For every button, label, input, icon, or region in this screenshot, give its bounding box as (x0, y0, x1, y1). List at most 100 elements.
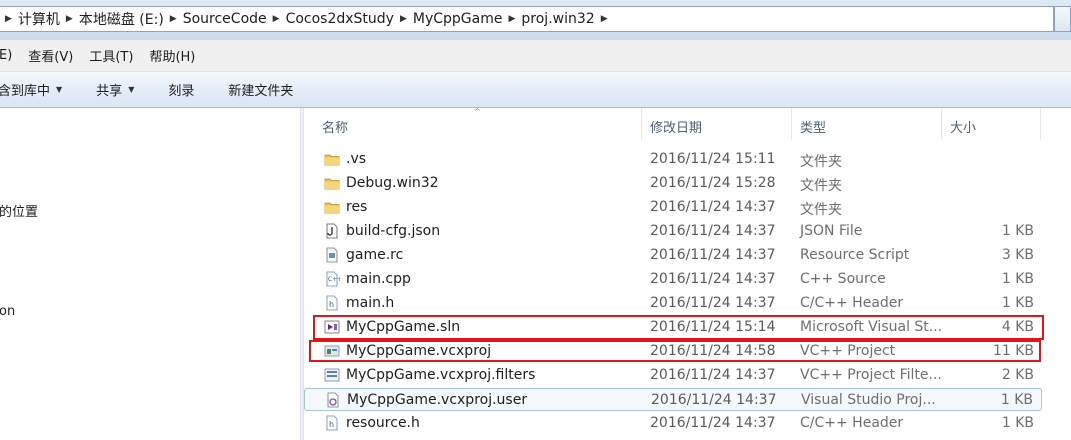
vcxproj-file-icon (324, 343, 340, 359)
breadcrumb-chevron-icon[interactable]: ▶ (394, 14, 413, 24)
breadcrumb-computer[interactable]: 计算机 (18, 9, 60, 29)
file-type: C/C++ Header (800, 415, 904, 431)
file-name: MyCppGame.sln (346, 319, 461, 335)
file-row-build-cfg-json[interactable]: build-cfg.json 2016/11/24 14:37 JSON File 1… (304, 220, 1042, 243)
file-name: Debug.win32 (346, 175, 439, 191)
file-name: MyCppGame.vcxproj.user (347, 392, 528, 408)
file-row-mycppgame-vcxproj[interactable]: MyCppGame.vcxproj 2016/11/24 14:58 VC++ Pr… (304, 340, 1042, 363)
file-row-res[interactable]: res 2016/11/24 14:37 文件夹 (304, 196, 1042, 219)
file-date: 2016/11/24 14:58 (650, 343, 776, 359)
breadcrumb-chevron-icon[interactable]: ▶ (267, 14, 286, 24)
file-name: MyCppGame.vcxproj.filters (346, 367, 536, 383)
share-button[interactable]: 共享 ▼ (96, 80, 134, 99)
breadcrumb-drive-e[interactable]: 本地磁盘 (E:) (79, 9, 164, 29)
menu-view[interactable]: 查看(V) (28, 46, 73, 65)
svg-text:h: h (329, 300, 334, 309)
file-size: 1 KB (1001, 271, 1034, 287)
file-type: 文件夹 (800, 154, 842, 170)
file-type: VC++ Project (800, 343, 896, 359)
include-in-library-button[interactable]: 含到库中 ▼ (0, 80, 62, 99)
file-size: 3 KB (1001, 247, 1034, 263)
file-row-resource-h[interactable]: h resource.h 2016/11/24 14:37 C/C++ Header 1… (304, 412, 1042, 435)
file-name: resource.h (346, 415, 420, 431)
breadcrumb-root-chevron-icon[interactable]: ▶ (0, 14, 18, 24)
column-divider[interactable] (941, 108, 942, 140)
file-row-vs[interactable]: .vs 2016/11/24 15:11 文件夹 (304, 148, 1042, 171)
h-file-icon: h (324, 295, 340, 311)
column-divider[interactable] (791, 108, 792, 140)
file-type: Visual Studio Proj... (801, 392, 936, 408)
rc-file-icon (324, 247, 340, 263)
column-divider[interactable] (1040, 108, 1041, 140)
file-list: ^ 名称 修改日期 类型 大小 .vs 2016/11/24 15:11 文件夹 De… (304, 107, 1071, 440)
file-name: .vs (346, 151, 367, 167)
file-date: 2016/11/24 14:37 (650, 415, 776, 431)
file-date: 2016/11/24 15:11 (650, 151, 776, 167)
new-folder-button[interactable]: 新建文件夹 (228, 80, 293, 99)
file-type: 文件夹 (800, 178, 842, 194)
sln-file-icon (324, 319, 340, 335)
nav-item-partial[interactable]: on (0, 304, 15, 319)
dropdown-arrow-icon: ▼ (56, 85, 63, 94)
column-header-name[interactable]: 名称 (322, 117, 348, 136)
breadcrumb-chevron-icon[interactable]: ▶ (502, 14, 521, 24)
file-row-mycppgame-vcxproj-user[interactable]: MyCppGame.vcxproj.user 2016/11/24 14:37 Vi… (304, 388, 1042, 411)
folder-icon (324, 175, 340, 191)
file-date: 2016/11/24 15:28 (650, 175, 776, 191)
menu-edit[interactable]: E) (0, 48, 12, 63)
svg-text:h: h (329, 420, 334, 429)
menu-tools[interactable]: 工具(T) (89, 46, 133, 65)
navigation-pane[interactable]: 的位置 on (0, 108, 300, 440)
file-size: 1 KB (1001, 415, 1034, 431)
file-size: 1 KB (1001, 295, 1034, 311)
file-name: build-cfg.json (346, 223, 441, 239)
file-type: 文件夹 (800, 202, 842, 218)
file-size: 1 KB (1001, 223, 1034, 239)
file-date: 2016/11/24 14:37 (650, 295, 776, 311)
file-type: Microsoft Visual St... (800, 319, 943, 335)
file-type: Resource Script (800, 247, 910, 263)
user-file-icon (325, 392, 341, 408)
file-size: 11 KB (992, 343, 1034, 359)
file-size: 4 KB (1001, 319, 1034, 335)
folder-icon (324, 151, 340, 167)
file-size: 2 KB (1001, 367, 1034, 383)
column-header-type[interactable]: 类型 (800, 117, 826, 136)
file-row-debug-win32[interactable]: Debug.win32 2016/11/24 15:28 文件夹 (304, 172, 1042, 195)
column-divider[interactable] (641, 108, 642, 140)
sort-ascending-icon: ^ (474, 107, 481, 116)
file-date: 2016/11/24 14:37 (650, 247, 776, 263)
file-row-mycppgame-vcxproj-filters[interactable]: MyCppGame.vcxproj.filters 2016/11/24 14:3… (304, 364, 1042, 387)
file-date: 2016/11/24 15:14 (650, 319, 776, 335)
nav-item-recent-places[interactable]: 的位置 (0, 201, 38, 220)
json-file-icon (324, 223, 340, 239)
file-name: game.rc (346, 247, 404, 263)
column-header-date[interactable]: 修改日期 (650, 117, 702, 136)
menu-bar: E) 查看(V) 工具(T) 帮助(H) (0, 40, 1071, 72)
breadcrumb-sourcecode[interactable]: SourceCode (183, 11, 267, 27)
command-bar: 含到库中 ▼ 共享 ▼ 刻录 新建文件夹 (0, 72, 1071, 108)
file-row-main-h[interactable]: h main.h 2016/11/24 14:37 C/C++ Header 1 KB (304, 292, 1042, 315)
file-row-game-rc[interactable]: game.rc 2016/11/24 14:37 Resource Script 3 … (304, 244, 1042, 267)
breadcrumb-chevron-icon[interactable]: ▶ (60, 14, 79, 24)
breadcrumb-chevron-icon[interactable]: ▶ (164, 14, 183, 24)
file-row-mycppgame-sln[interactable]: MyCppGame.sln 2016/11/24 15:14 Microsoft V… (304, 316, 1042, 339)
vertical-scrollbar[interactable] (1052, 108, 1071, 440)
file-date: 2016/11/24 14:37 (650, 367, 776, 383)
burn-button[interactable]: 刻录 (168, 80, 194, 99)
cpp-file-icon: C++ (324, 271, 342, 287)
column-header-size[interactable]: 大小 (950, 117, 976, 136)
address-bar: ▶ 计算机 ▶ 本地磁盘 (E:) ▶ SourceCode ▶ Cocos2d… (0, 0, 1071, 40)
menu-help[interactable]: 帮助(H) (149, 46, 195, 65)
file-name: MyCppGame.vcxproj (346, 343, 492, 359)
column-header-bar: ^ 名称 修改日期 类型 大小 (304, 107, 1041, 140)
breadcrumb-chevron-icon[interactable]: ▶ (595, 14, 614, 24)
file-date: 2016/11/24 14:37 (650, 271, 776, 287)
file-type: VC++ Project Filte... (800, 367, 942, 383)
breadcrumb[interactable]: ▶ 计算机 ▶ 本地磁盘 (E:) ▶ SourceCode ▶ Cocos2d… (0, 6, 1054, 32)
breadcrumb-cocos2dxstudy[interactable]: Cocos2dxStudy (286, 11, 394, 27)
address-dropdown-button[interactable] (1054, 6, 1071, 32)
breadcrumb-proj-win32[interactable]: proj.win32 (521, 11, 594, 27)
file-row-main-cpp[interactable]: C++ main.cpp 2016/11/24 14:37 C++ Source 1 K… (304, 268, 1042, 291)
breadcrumb-mycppgame[interactable]: MyCppGame (413, 11, 503, 27)
